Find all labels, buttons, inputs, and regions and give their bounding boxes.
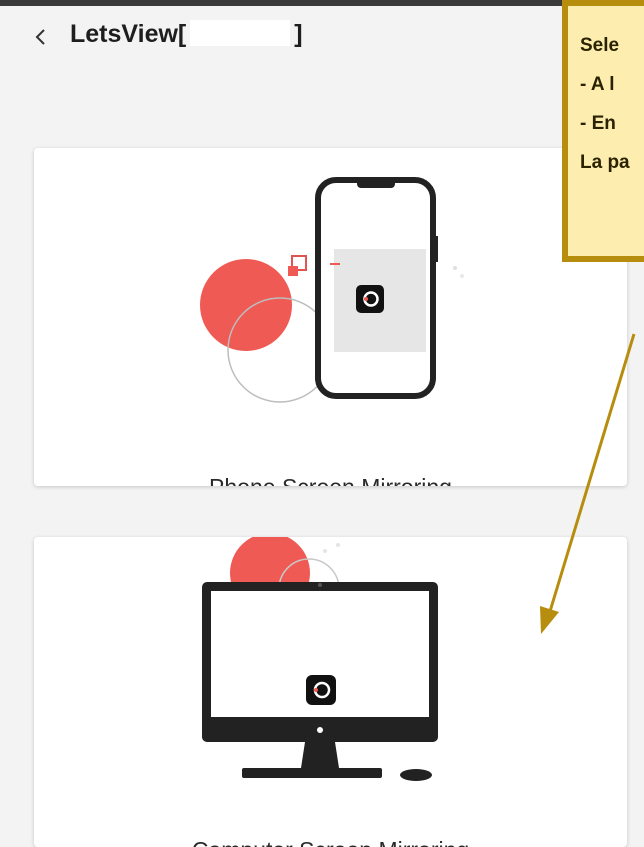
tooltip-line: Sele [580,35,620,56]
tooltip-line: - A l [580,74,615,95]
tooltip-line: - En [580,113,616,134]
chevron-left-icon[interactable] [30,23,52,51]
app-header: LetsView[] [0,6,644,64]
page-title: LetsView[] [70,20,303,49]
tooltip-line: La pa [580,152,630,173]
title-prefix: LetsView[ [70,20,187,48]
phone-mirroring-illustration [200,177,464,403]
redacted-block [190,20,291,46]
tooltip-callout: Sele - A l - En La pa [562,0,644,262]
computer-screen-mirroring-card[interactable]: Computer Screen Mirroring [34,537,627,847]
phone-screen-mirroring-card[interactable]: Phone Screen Mirroring [34,148,627,486]
card-label: Phone Screen Mirroring [34,474,627,486]
card-label: Computer Screen Mirroring [34,837,627,847]
title-suffix: ] [294,20,303,48]
computer-mirroring-illustration [202,537,438,781]
